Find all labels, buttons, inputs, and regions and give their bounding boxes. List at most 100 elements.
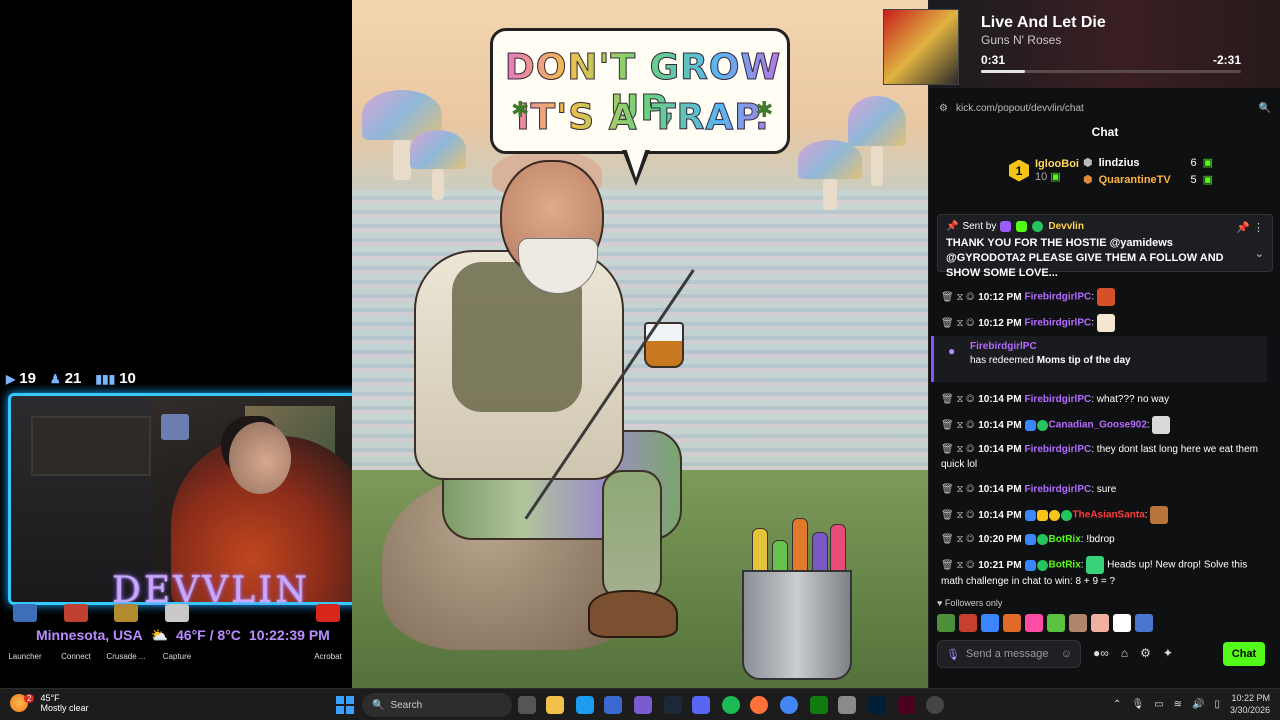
mic-tray-icon[interactable]: 🎙 — [1131, 699, 1144, 710]
emote-icon[interactable] — [959, 614, 977, 632]
sub-badge-icon — [1016, 221, 1028, 232]
leaderboard-name: lindzius — [1098, 156, 1140, 169]
settings-app-icon[interactable] — [926, 696, 944, 714]
emote-icon[interactable] — [1091, 614, 1109, 632]
delete-icon: 🗑 ⧖ ◎ — [941, 419, 975, 431]
album-art — [883, 9, 959, 85]
send-chat-button[interactable]: Chat — [1223, 642, 1265, 666]
track-remaining: -2:31 — [1212, 53, 1241, 67]
chat-message[interactable]: 🗑 ⧖ ◎ 10:14 PM FirebirdgirlPC: what??? no … — [941, 392, 1267, 407]
emoji-icon[interactable]: ☺ — [1061, 648, 1072, 660]
steam-icon[interactable] — [664, 696, 682, 714]
chat-message[interactable]: 🗑 ⧖ ◎ 10:14 PM FirebirdgirlPC: sure — [941, 482, 1267, 497]
chat-message[interactable]: 🗑 ⧖ ◎ 10:12 PM FirebirdgirlPC: — [941, 288, 1267, 306]
kick-points-icon[interactable]: ●∞ — [1093, 646, 1109, 660]
pinned-sender[interactable]: Devvlin — [1048, 221, 1084, 232]
photoshop-icon[interactable] — [868, 696, 886, 714]
copilot-icon[interactable] — [634, 696, 652, 714]
pinned-label: Sent by — [962, 221, 997, 232]
discord-icon[interactable] — [692, 696, 710, 714]
message-user[interactable]: FirebirdgirlPC — [1025, 318, 1092, 329]
battery-icon[interactable]: ▯ — [1214, 699, 1220, 710]
chevron-up-icon[interactable]: ⌃ — [1113, 699, 1121, 710]
unpin-icon[interactable]: 📌 ⋮ — [1236, 221, 1264, 234]
settings-icon[interactable]: ⚙ — [1140, 646, 1151, 660]
leaderboard-first[interactable]: 1 IglooBoi 10 ▣ — [1009, 158, 1079, 183]
redeem-user[interactable]: FirebirdgirlPC — [970, 341, 1267, 352]
taskbar-search[interactable]: 🔍 Search — [362, 693, 512, 717]
mic-icon[interactable]: 🎙 — [946, 648, 960, 661]
delete-icon: 🗑 ⧖ ◎ — [941, 317, 975, 329]
indesign-icon[interactable] — [898, 696, 916, 714]
browser-url-bar[interactable]: ⚙ kick.com/popout/devvlin/chat 🔍 — [929, 98, 1280, 118]
delete-icon: 🗑 ⧖ ◎ — [941, 534, 975, 545]
site-settings-icon[interactable]: ⚙ — [939, 103, 948, 114]
emote-icon[interactable] — [1025, 614, 1043, 632]
emote-icon[interactable] — [1047, 614, 1065, 632]
chevron-down-icon[interactable]: ⌄ — [1255, 247, 1264, 260]
pinned-message[interactable]: 📌 Sent by Devvlin THANK YOU FOR THE HOST… — [937, 214, 1273, 279]
chat-message[interactable]: 🗑 ⧖ ◎ 10:14 PM TheAsianSanta: — [941, 506, 1267, 524]
temperature-text: 46°F / 8°C — [176, 627, 241, 643]
message-time: 10:12 PM — [978, 291, 1022, 303]
chat-title: Chat — [1091, 125, 1119, 139]
emote-icon[interactable] — [1113, 614, 1131, 632]
task-view-icon[interactable] — [518, 696, 536, 714]
chat-message[interactable]: 🗑 ⧖ ◎ 10:21 PM BotRix: Heads up! New drop!… — [941, 556, 1267, 589]
crown-badge-icon — [1036, 509, 1048, 521]
windows-start-icon[interactable] — [336, 696, 354, 714]
extension-icon[interactable]: ✦ — [1163, 646, 1173, 660]
message-time: 10:14 PM — [978, 394, 1022, 405]
bubble-line-2: IT'S A TRAP. — [493, 97, 793, 139]
edge-icon[interactable] — [576, 696, 594, 714]
weather-widget[interactable]: 2 45°F Mostly clear — [10, 693, 88, 713]
emote-icon[interactable] — [981, 614, 999, 632]
wifi-icon[interactable]: ≋ — [1174, 699, 1182, 710]
firefox-icon[interactable] — [750, 696, 768, 714]
spotify-icon[interactable] — [722, 696, 740, 714]
emote-icon[interactable] — [1003, 614, 1021, 632]
xbox-icon[interactable] — [810, 696, 828, 714]
chrome-icon[interactable] — [780, 696, 798, 714]
weather-badge: 2 — [24, 693, 35, 703]
emote-icon[interactable] — [1069, 614, 1087, 632]
file-explorer-icon[interactable] — [546, 696, 564, 714]
whiskey-glass-art — [644, 322, 684, 368]
user-icon: ♟ — [49, 371, 61, 386]
location-bar: Minnesota, USA ⛅ 46°F / 8°C 10:22:39 PM — [30, 624, 382, 646]
chat-message[interactable]: 🗑 ⧖ ◎ 10:14 PM FirebirdgirlPC: they dont l… — [941, 442, 1267, 472]
rank-badge-icon: ⬢ — [1083, 174, 1093, 186]
message-user[interactable]: Canadian_Goose902 — [1049, 420, 1147, 431]
leaderboard: 1 IglooBoi 10 ▣ ⬢ lindzius 6 ▣ ⬢ Quarant… — [929, 150, 1280, 198]
message-user[interactable]: FirebirdgirlPC — [1025, 292, 1092, 303]
message-user[interactable]: TheAsianSanta — [1073, 510, 1145, 521]
display-icon[interactable]: ▭ — [1154, 699, 1163, 710]
message-user[interactable]: BotRix — [1049, 560, 1081, 571]
chat-message[interactable]: 🗑 ⧖ ◎ 10:20 PM BotRix: !bdrop — [941, 532, 1267, 547]
message-user[interactable]: FirebirdgirlPC — [1025, 484, 1092, 495]
leaderboard-row[interactable]: ⬢ QuarantineTV 5 ▣ — [1083, 173, 1213, 187]
url-text[interactable]: kick.com/popout/devvlin/chat — [956, 103, 1251, 114]
message-user[interactable]: FirebirdgirlPC — [1025, 444, 1092, 455]
leaderboard-points: 5 — [1190, 173, 1197, 186]
store-app-icon[interactable] — [604, 696, 622, 714]
stat-viewers: ♟ 21 — [50, 370, 81, 387]
delete-icon: 🗑 ⧖ ◎ — [941, 484, 975, 495]
connect-icon — [64, 604, 88, 622]
chat-input[interactable]: 🎙 Send a message ☺ — [937, 640, 1081, 668]
zoom-icon[interactable]: 🔍 — [1259, 103, 1271, 114]
chat-message[interactable]: 🗑 ⧖ ◎ 10:12 PM FirebirdgirlPC: — [941, 314, 1267, 332]
app-icon[interactable] — [838, 696, 856, 714]
pinned-text: THANK YOU FOR THE HOSTIE @yamidews @GYRO… — [946, 237, 1224, 279]
emote-icon[interactable] — [1135, 614, 1153, 632]
gift-icon: ▣ — [1202, 157, 1213, 169]
volume-icon[interactable]: 🔊 — [1192, 699, 1204, 710]
store-icon[interactable]: ⌂ — [1121, 646, 1128, 660]
leaderboard-row[interactable]: ⬢ lindzius 6 ▣ — [1083, 156, 1213, 170]
message-user[interactable]: FirebirdgirlPC — [1025, 394, 1092, 405]
emote-icon[interactable] — [937, 614, 955, 632]
leader-points: 10 — [1035, 171, 1048, 183]
taskbar-clock[interactable]: 10:22 PM 3/30/2026 — [1230, 692, 1270, 716]
message-user[interactable]: BotRix — [1049, 534, 1081, 545]
chat-message[interactable]: 🗑 ⧖ ◎ 10:14 PM Canadian_Goose902: — [941, 416, 1267, 434]
